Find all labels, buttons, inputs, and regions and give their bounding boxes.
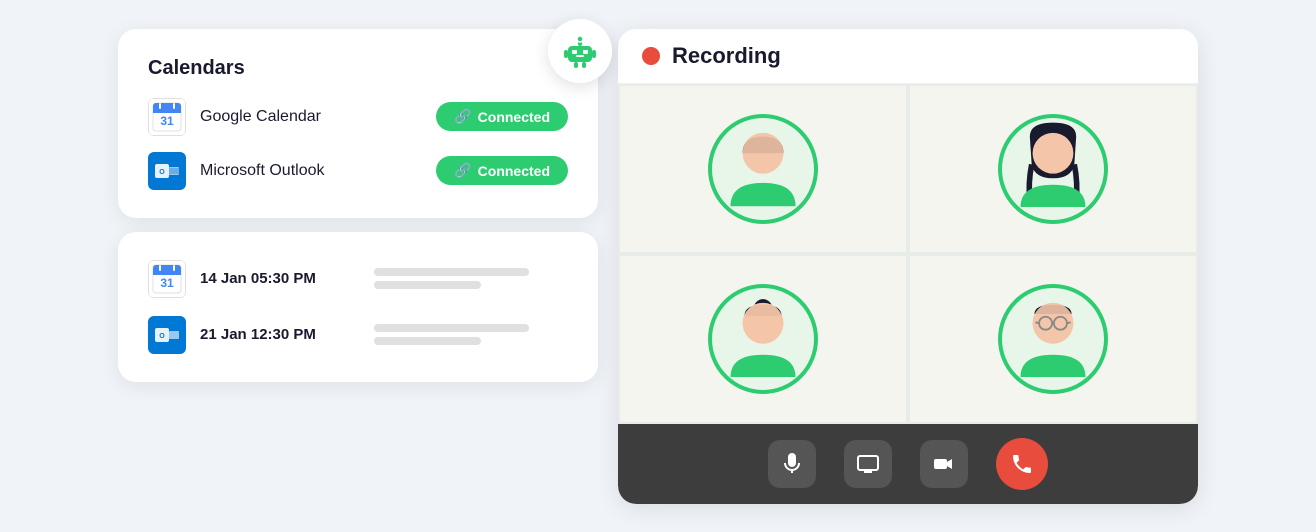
video-grid	[618, 84, 1198, 424]
video-call-panel: Recording	[618, 29, 1198, 504]
svg-text:O: O	[159, 333, 165, 340]
event-bar-long-1	[374, 268, 529, 276]
svg-text:O: O	[159, 169, 165, 176]
video-cell-2	[908, 84, 1198, 254]
event-google-icon: 31	[148, 260, 186, 298]
left-panel: Calendars 31 Google Calendar	[118, 29, 598, 382]
event-outlook-icon: O	[148, 316, 186, 354]
calendars-title: Calendars	[148, 57, 568, 80]
event-time-1: 14 Jan 05:30 PM	[200, 270, 360, 287]
mic-button[interactable]	[768, 440, 816, 488]
screen-share-button[interactable]	[844, 440, 892, 488]
recording-label: Recording	[672, 43, 781, 69]
main-container: Calendars 31 Google Calendar	[118, 29, 1198, 504]
svg-text:31: 31	[160, 276, 174, 290]
event-bar-short-2	[374, 337, 481, 345]
video-header: Recording	[618, 29, 1198, 84]
recording-dot	[642, 47, 660, 65]
calendars-card: Calendars 31 Google Calendar	[118, 29, 598, 218]
event-bar-short-1	[374, 281, 481, 289]
avatar-4	[998, 284, 1108, 394]
avatar-3	[708, 284, 818, 394]
link-icon-google: 🔗	[454, 108, 471, 125]
controls-bar	[618, 424, 1198, 504]
event-bars-1	[374, 268, 568, 289]
event-item-2: O 21 Jan 12:30 PM	[148, 316, 568, 354]
outlook-connected-badge: 🔗 Connected	[436, 156, 568, 185]
outlook-calendar-item: O Microsoft Outlook 🔗 Connected	[148, 152, 568, 190]
svg-text:31: 31	[160, 114, 174, 128]
video-cell-3	[618, 254, 908, 424]
link-icon-outlook: 🔗	[454, 162, 471, 179]
avatar-1	[708, 114, 818, 224]
event-item-1: 31 14 Jan 05:30 PM	[148, 260, 568, 298]
bot-icon	[548, 19, 612, 83]
google-calendar-item: 31 Google Calendar 🔗 Connected	[148, 98, 568, 136]
google-calendar-icon: 31	[148, 98, 186, 136]
video-cell-1	[618, 84, 908, 254]
event-bars-2	[374, 324, 568, 345]
outlook-calendar-name: Microsoft Outlook	[200, 162, 422, 180]
outlook-calendar-icon: O	[148, 152, 186, 190]
events-card: 31 14 Jan 05:30 PM O	[118, 232, 598, 382]
google-connected-badge: 🔗 Connected	[436, 102, 568, 131]
camera-button[interactable]	[920, 440, 968, 488]
event-bar-long-2	[374, 324, 529, 332]
avatar-2	[998, 114, 1108, 224]
google-calendar-name: Google Calendar	[200, 108, 422, 126]
video-cell-4	[908, 254, 1198, 424]
event-time-2: 21 Jan 12:30 PM	[200, 326, 360, 343]
end-call-button[interactable]	[996, 438, 1048, 490]
